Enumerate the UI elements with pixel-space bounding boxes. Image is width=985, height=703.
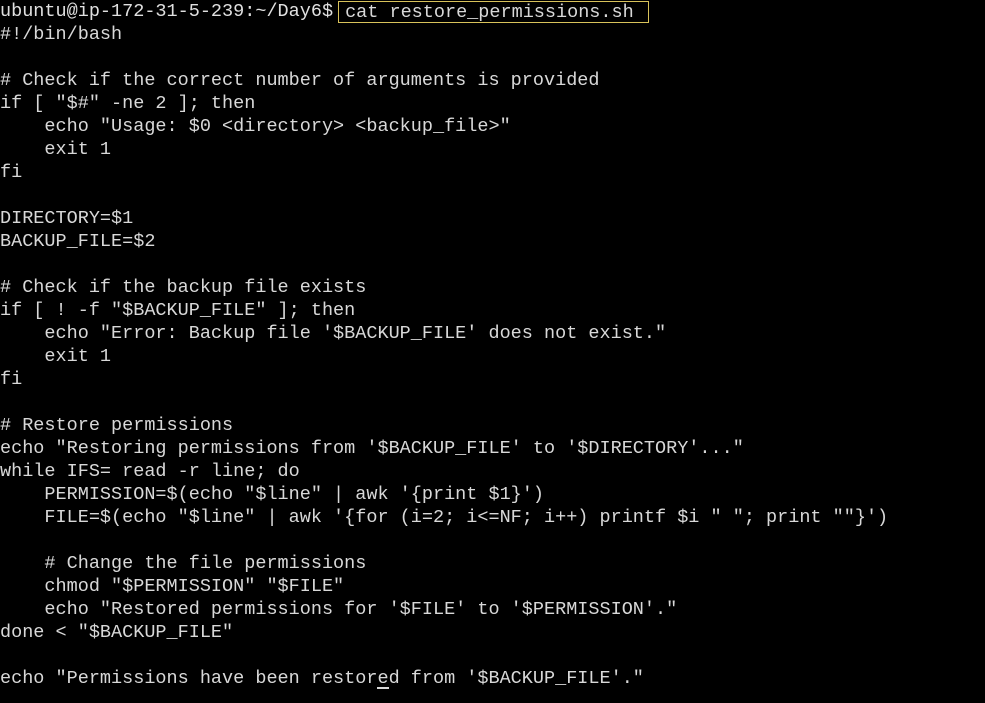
output-line: fi xyxy=(0,162,23,183)
output-line: echo "Usage: $0 <directory> <backup_file… xyxy=(0,116,511,137)
text-cursor xyxy=(377,687,389,689)
output-line: #!/bin/bash xyxy=(0,24,123,45)
output-line: DIRECTORY=$1 xyxy=(0,208,134,229)
output-line: exit 1 xyxy=(0,139,112,160)
script-output: #!/bin/bash # Check if the correct numbe… xyxy=(0,23,985,690)
output-line: FILE=$(echo "$line" | awk '{for (i=2; i<… xyxy=(0,507,889,528)
shell-prompt: ubuntu@ip-172-31-5-239:~/Day6$ xyxy=(0,1,334,22)
output-line: fi xyxy=(0,369,23,390)
output-line: # Check if the backup file exists xyxy=(0,277,367,298)
output-line: if [ "$#" -ne 2 ]; then xyxy=(0,93,256,114)
output-line: exit 1 xyxy=(0,346,112,367)
output-line: BACKUP_FILE=$2 xyxy=(0,231,156,252)
output-line: # Check if the correct number of argumen… xyxy=(0,70,600,91)
output-line: echo "Restored permissions for '$FILE' t… xyxy=(0,599,678,620)
output-line: echo "Error: Backup file '$BACKUP_FILE' … xyxy=(0,323,667,344)
output-line: while IFS= read -r line; do xyxy=(0,461,300,482)
output-line: echo "Restoring permissions from '$BACKU… xyxy=(0,438,744,459)
output-line: # Change the file permissions xyxy=(0,553,367,574)
output-line: if [ ! -f "$BACKUP_FILE" ]; then xyxy=(0,300,356,321)
output-line: echo "Permissions have been restored fro… xyxy=(0,668,644,689)
output-line: done < "$BACKUP_FILE" xyxy=(0,622,234,643)
prompt-line: ubuntu@ip-172-31-5-239:~/Day6$ cat restor… xyxy=(0,0,985,23)
terminal-window[interactable]: ubuntu@ip-172-31-5-239:~/Day6$ cat restor… xyxy=(0,0,985,703)
output-line: PERMISSION=$(echo "$line" | awk '{print … xyxy=(0,484,544,505)
output-line: chmod "$PERMISSION" "$FILE" xyxy=(0,576,345,597)
output-line: # Restore permissions xyxy=(0,415,234,436)
command-highlight: cat restore_permissions.sh xyxy=(338,1,649,23)
